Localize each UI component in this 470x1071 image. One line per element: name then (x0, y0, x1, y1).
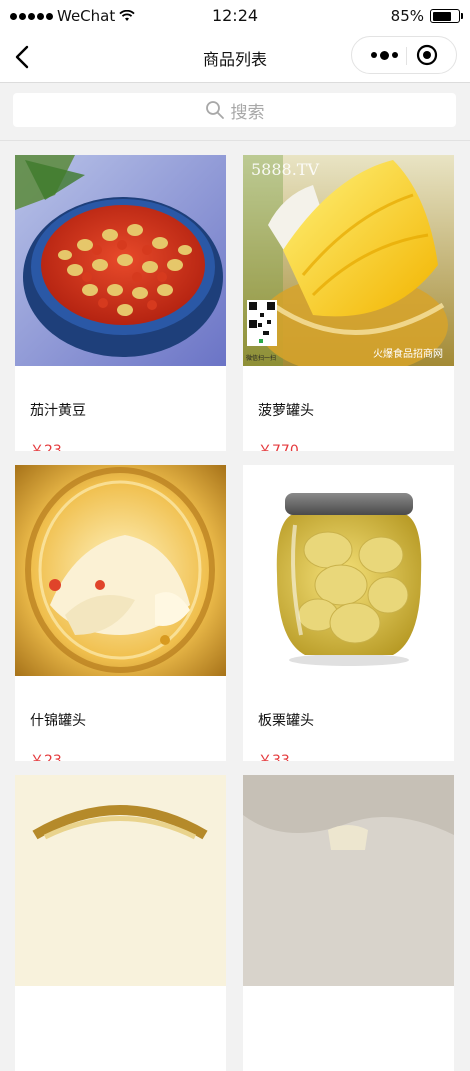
product-name: 茄汁黄豆 (30, 403, 86, 419)
product-card[interactable]: 茄汁黄豆 ￥23 (15, 155, 226, 451)
product-image-chestnut-jar (243, 465, 454, 676)
product-image-tomato-beans (15, 155, 226, 366)
product-price: ￥23 (30, 753, 62, 761)
search-area: 搜索 (0, 83, 470, 141)
product-price: ￥23 (30, 443, 62, 451)
product-price: ￥33 (258, 753, 290, 761)
product-price: ￥770 (258, 443, 299, 451)
search-icon (205, 101, 224, 119)
product-name: 板栗罐头 (258, 713, 314, 729)
svg-text:5888.TV: 5888.TV (251, 160, 319, 179)
battery-percent: 85% (390, 7, 424, 25)
product-card[interactable] (15, 775, 226, 1071)
product-card[interactable]: 什锦罐头 ￥23 (15, 465, 226, 761)
product-name: 什锦罐头 (30, 713, 86, 729)
status-bar: WeChat 12:24 85% (0, 0, 470, 32)
mini-program-capsule (351, 36, 457, 74)
search-input[interactable]: 搜索 (13, 93, 456, 127)
svg-text:火爆食品招商网: 火爆食品招商网 (373, 347, 443, 360)
close-target-icon[interactable] (416, 44, 438, 66)
product-image-jar-partial (15, 775, 226, 986)
status-right: 85% (390, 7, 463, 25)
product-name: 菠萝罐头 (258, 403, 314, 419)
svg-text:微信扫一扫: 微信扫一扫 (246, 354, 276, 362)
search-placeholder: 搜索 (230, 102, 265, 123)
battery-icon (430, 9, 463, 23)
product-image-pineapple-jar: 5888.TV 火爆食品招商网 微信扫一扫 (243, 155, 454, 366)
product-card[interactable]: 5888.TV 火爆食品招商网 微信扫一扫 菠萝罐头 ￥770 (243, 155, 454, 451)
product-image-jar-partial-2 (243, 775, 454, 986)
more-menu-button[interactable] (362, 37, 406, 73)
nav-bar: 商品列表 (0, 32, 470, 83)
product-card[interactable] (243, 775, 454, 1071)
capsule-divider (406, 47, 407, 65)
product-card[interactable]: 板栗罐头 ￥33 (243, 465, 454, 761)
product-image-mixed-fruit-jar (15, 465, 226, 676)
